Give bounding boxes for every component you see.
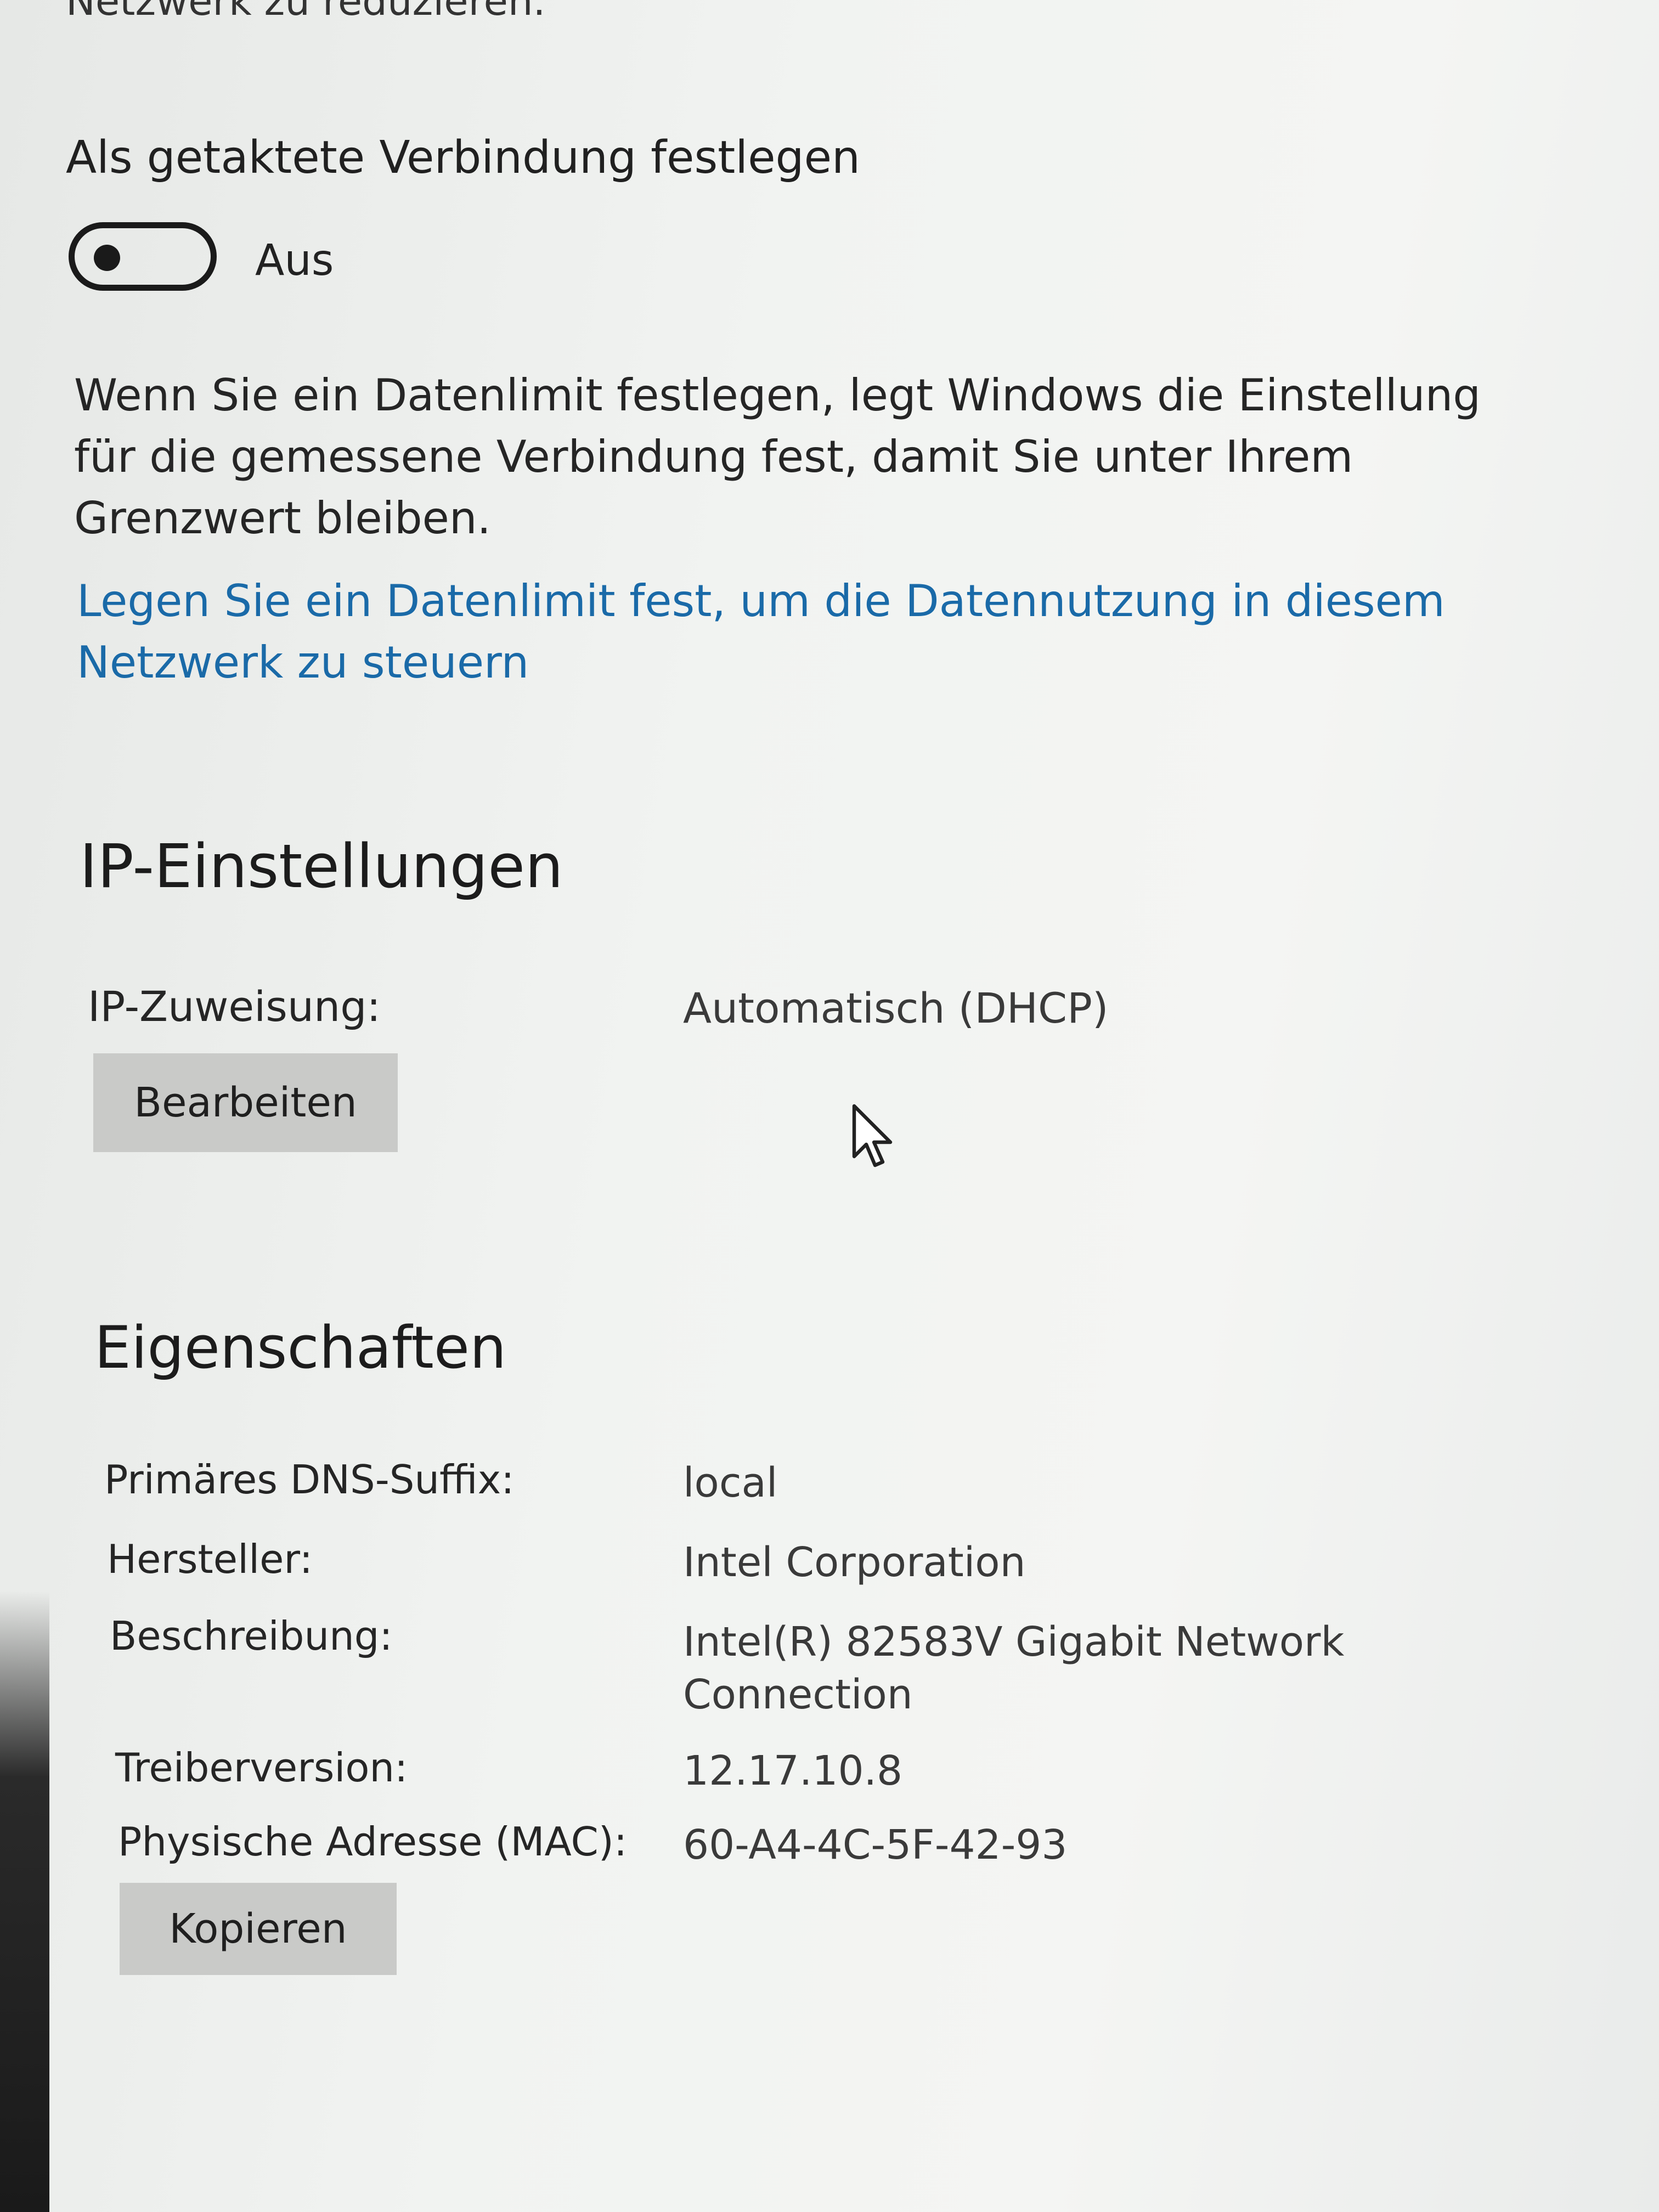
manufacturer-value: Intel Corporation [683,1539,1026,1586]
mac-address-label: Physische Adresse (MAC): [118,1819,628,1865]
description-value: Intel(R) 82583V Gigabit Network Connecti… [683,1618,1345,1718]
ip-settings-heading: IP-Einstellungen [80,831,563,901]
toggle-knob [94,245,120,271]
driver-version-label: Treiberversion: [115,1745,408,1791]
description-label: Beschreibung: [110,1613,393,1659]
mac-address-value: 60-A4-4C-5F-42-93 [683,1821,1068,1869]
ip-assignment-label: IP-Zuweisung: [88,982,381,1031]
ip-assignment-value: Automatisch (DHCP) [683,984,1109,1032]
driver-version-value: 12.17.10.8 [683,1747,903,1795]
dns-suffix-label: Primäres DNS-Suffix: [104,1457,515,1503]
metered-connection-toggle[interactable] [69,222,217,291]
mouse-pointer-icon [852,1104,893,1167]
copy-button[interactable]: Kopieren [120,1883,397,1975]
settings-page: Netzwerk zu reduzieren. Als getaktete Ve… [0,0,1659,2212]
toggle-state-label: Aus [255,236,334,285]
dns-suffix-value: local [683,1459,778,1506]
set-data-limit-link[interactable]: Legen Sie ein Datenlimit fest, um die Da… [77,571,1558,693]
edit-button[interactable]: Bearbeiten [93,1053,398,1152]
monitor-bezel [0,1591,49,2212]
manufacturer-label: Hersteller: [107,1536,313,1582]
truncated-text: Netzwerk zu reduzieren. [66,0,546,24]
properties-heading: Eigenschaften [94,1314,507,1381]
metered-description: Wenn Sie ein Datenlimit festlegen, legt … [74,370,1481,544]
metered-connection-label: Als getaktete Verbindung festlegen [66,132,861,184]
